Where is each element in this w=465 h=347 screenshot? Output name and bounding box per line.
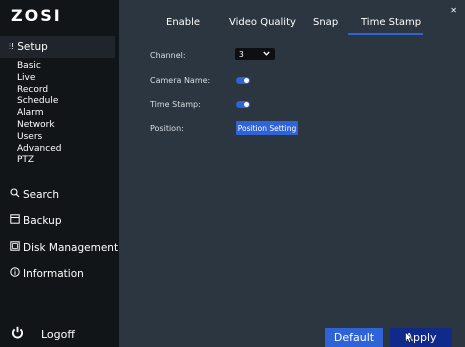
logoff-label: Logoff xyxy=(41,328,75,341)
sidebar-item-backup[interactable]: Backup xyxy=(9,214,62,227)
submenu-item-network[interactable]: Network xyxy=(17,120,61,132)
tab-video-quality[interactable]: Video Quality xyxy=(229,17,296,28)
camera-name-label: Camera Name: xyxy=(150,76,211,85)
sidebar-item-setup[interactable]: ⫶! Setup xyxy=(0,36,115,58)
tab-enable[interactable]: Enable xyxy=(166,17,200,28)
sidebar-item-label: Search xyxy=(23,188,60,201)
apply-button[interactable]: Apply xyxy=(390,328,452,347)
sidebar-item-search[interactable]: Search xyxy=(9,188,59,201)
time-stamp-label: Time Stamp: xyxy=(150,100,201,109)
sidebar-item-information[interactable]: Information xyxy=(9,267,84,280)
sidebar-item-label: Backup xyxy=(23,214,62,227)
chevron-down-icon xyxy=(263,50,270,58)
position-setting-button[interactable]: Position Setting xyxy=(236,121,298,135)
sliders-icon: ⫶! xyxy=(9,42,15,51)
submenu-item-ptz[interactable]: PTZ xyxy=(17,155,61,167)
logoff-button[interactable]: Logoff xyxy=(11,326,75,343)
power-icon xyxy=(11,326,24,343)
default-button[interactable]: Default xyxy=(325,328,383,347)
sidebar: ZOSI ⫶! Setup Basic Live Record Schedule… xyxy=(0,0,119,347)
info-icon xyxy=(9,267,21,280)
submenu-item-alarm[interactable]: Alarm xyxy=(17,108,61,120)
brand-logo: ZOSI xyxy=(11,6,62,25)
cursor-icon xyxy=(405,331,413,346)
toggle-knob xyxy=(244,78,249,83)
position-label: Position: xyxy=(150,124,184,133)
submenu-item-schedule[interactable]: Schedule xyxy=(17,96,61,108)
sidebar-item-disk-management[interactable]: Disk Management xyxy=(9,241,118,254)
submenu-item-users[interactable]: Users xyxy=(17,132,61,144)
tab-snap[interactable]: Snap xyxy=(313,17,338,28)
backup-icon xyxy=(9,214,21,227)
submenu-item-record[interactable]: Record xyxy=(17,85,61,97)
sidebar-item-label: Disk Management xyxy=(23,241,119,254)
submenu-item-live[interactable]: Live xyxy=(17,73,61,85)
submenu-item-advanced[interactable]: Advanced xyxy=(17,144,61,156)
submenu-item-basic[interactable]: Basic xyxy=(17,61,61,73)
toggle-knob xyxy=(244,102,249,107)
tab-time-stamp[interactable]: Time Stamp xyxy=(361,17,421,28)
channel-select[interactable]: 3 xyxy=(235,48,275,60)
sidebar-item-label: Setup xyxy=(17,41,48,53)
disk-icon xyxy=(9,241,21,254)
channel-label: Channel: xyxy=(150,51,186,60)
time-stamp-toggle[interactable] xyxy=(236,101,250,108)
camera-name-toggle[interactable] xyxy=(236,77,250,84)
setup-submenu: Basic Live Record Schedule Alarm Network… xyxy=(17,61,61,167)
channel-value: 3 xyxy=(239,49,244,59)
close-icon[interactable]: ✕ xyxy=(450,6,457,15)
search-icon xyxy=(9,188,21,201)
active-tab-indicator xyxy=(348,33,423,35)
sidebar-item-label: Information xyxy=(23,267,84,280)
